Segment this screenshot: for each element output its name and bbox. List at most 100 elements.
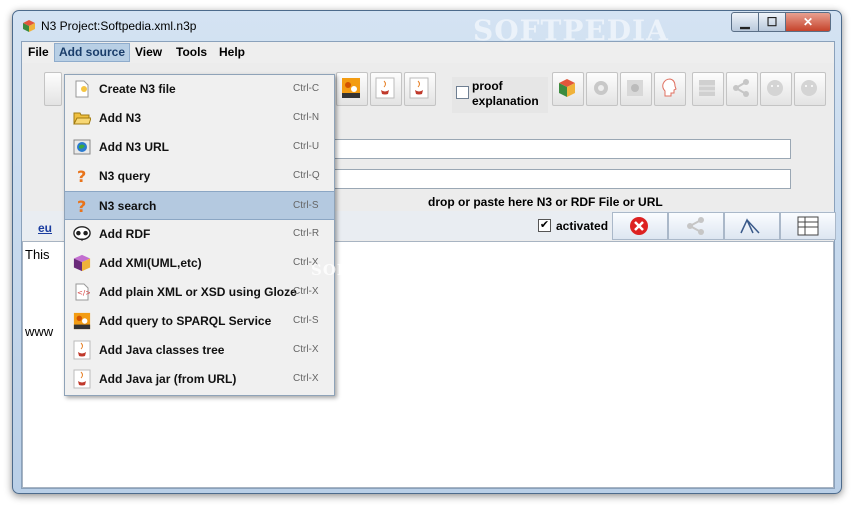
share-icon bbox=[733, 79, 749, 97]
menu-item-shortcut: Ctrl-U bbox=[293, 141, 320, 152]
title-bar[interactable]: N3 Project:Softpedia.xml.n3p SOFTPEDIA ▁… bbox=[13, 11, 841, 47]
menu-tools[interactable]: Tools bbox=[172, 44, 211, 61]
cube-button[interactable] bbox=[552, 72, 584, 106]
java-button[interactable] bbox=[370, 72, 402, 106]
toolbar-button-partial[interactable] bbox=[44, 72, 62, 106]
smiley-button-2[interactable] bbox=[794, 72, 826, 106]
close-button[interactable]: ✕ bbox=[785, 12, 831, 32]
smiley-icon bbox=[801, 80, 817, 96]
sparql-icon bbox=[73, 312, 91, 330]
window-title: N3 Project:Softpedia.xml.n3p bbox=[41, 19, 197, 33]
grid-button[interactable] bbox=[692, 72, 724, 106]
menu-item-add-java-jar[interactable]: Add Java jar (from URL) Ctrl-X bbox=[65, 365, 334, 393]
menu-item-shortcut: Ctrl-S bbox=[293, 200, 319, 211]
menu-add-source[interactable]: Add source bbox=[54, 43, 131, 62]
graph-button[interactable] bbox=[668, 212, 724, 240]
question-icon: ? bbox=[73, 167, 91, 185]
share-icon bbox=[687, 217, 704, 235]
minimize-button[interactable]: ▁ bbox=[731, 12, 759, 32]
menu-item-shortcut: Ctrl-C bbox=[293, 83, 320, 94]
menu-item-label: Add Java classes tree bbox=[99, 343, 225, 357]
sparql-button[interactable] bbox=[336, 72, 368, 106]
rdf-icon bbox=[73, 225, 91, 243]
grid-icon bbox=[699, 80, 715, 96]
menu-item-add-plain-xml[interactable]: </> Add plain XML or XSD using Gloze Ctr… bbox=[65, 278, 334, 306]
maximize-button[interactable]: ☐ bbox=[758, 12, 786, 32]
menu-item-shortcut: Ctrl-X bbox=[293, 373, 319, 384]
menu-item-label: Add query to SPARQL Service bbox=[99, 314, 272, 328]
menu-item-add-n3-url[interactable]: Add N3 URL Ctrl-U bbox=[65, 133, 334, 161]
menu-item-shortcut: Ctrl-N bbox=[293, 112, 320, 123]
menu-item-label: Add N3 URL bbox=[99, 140, 169, 154]
menu-item-label: Create N3 file bbox=[99, 82, 176, 96]
sparql-icon bbox=[342, 78, 360, 98]
chart-icon bbox=[740, 218, 760, 234]
menu-item-n3-search[interactable]: ? N3 search Ctrl-S bbox=[65, 191, 334, 220]
menu-item-add-java-classes-tree[interactable]: Add Java classes tree Ctrl-X bbox=[65, 336, 334, 364]
chart-button[interactable] bbox=[724, 212, 780, 240]
app-window: N3 Project:Softpedia.xml.n3p SOFTPEDIA ▁… bbox=[12, 10, 842, 494]
proof-label: proof explanation bbox=[472, 79, 539, 108]
menu-item-shortcut: Ctrl-X bbox=[293, 344, 319, 355]
xml-icon: </> bbox=[73, 283, 91, 301]
minimize-icon: ▁ bbox=[740, 15, 750, 29]
smiley-button[interactable] bbox=[760, 72, 792, 106]
cancel-icon bbox=[630, 217, 648, 235]
menu-item-label: Add RDF bbox=[99, 227, 151, 241]
settings-button[interactable] bbox=[586, 72, 618, 106]
menu-file[interactable]: File bbox=[24, 44, 53, 61]
menu-item-add-sparql-query[interactable]: Add query to SPARQL Service Ctrl-S bbox=[65, 307, 334, 335]
cube-icon bbox=[559, 79, 575, 97]
menu-view[interactable]: View bbox=[131, 44, 166, 61]
smiley-icon bbox=[767, 80, 783, 96]
svg-text:?: ? bbox=[77, 197, 86, 215]
table-button[interactable] bbox=[780, 212, 836, 240]
content-text-line: www bbox=[25, 324, 54, 339]
softpedia-watermark: SOFTPEDIA bbox=[311, 261, 421, 279]
network-button[interactable] bbox=[620, 72, 652, 106]
content-text-line: This bbox=[25, 247, 50, 262]
proof-explanation-option[interactable]: proof explanation bbox=[452, 77, 548, 113]
globe-icon bbox=[73, 138, 91, 156]
java-icon bbox=[73, 369, 91, 389]
menu-item-add-xmi[interactable]: Add XMI(UML,etc) Ctrl-X bbox=[65, 249, 334, 277]
menu-item-label: Add XMI(UML,etc) bbox=[99, 256, 202, 270]
svg-text:?: ? bbox=[77, 167, 86, 185]
java-icon bbox=[73, 340, 91, 360]
table-icon bbox=[797, 216, 819, 236]
menu-bar: File Add source View Tools Help bbox=[22, 42, 834, 63]
menu-item-add-n3[interactable]: Add N3 Ctrl-N bbox=[65, 104, 334, 132]
menu-item-label: Add Java jar (from URL) bbox=[99, 372, 237, 386]
menu-item-add-rdf[interactable]: Add RDF Ctrl-R bbox=[65, 220, 334, 248]
java-button-2[interactable] bbox=[404, 72, 436, 106]
maximize-icon: ☐ bbox=[766, 15, 778, 29]
app-logo-icon bbox=[23, 20, 35, 32]
java-icon bbox=[409, 77, 429, 99]
head-button[interactable] bbox=[654, 72, 686, 106]
menu-item-label: Add plain XML or XSD using Gloze bbox=[99, 285, 297, 299]
cancel-button[interactable] bbox=[612, 212, 668, 240]
status-link[interactable]: eu bbox=[38, 221, 52, 235]
close-icon: ✕ bbox=[802, 15, 814, 29]
menu-item-label: N3 query bbox=[99, 169, 151, 183]
menu-help[interactable]: Help bbox=[215, 44, 249, 61]
menu-item-create-n3-file[interactable]: Create N3 file Ctrl-C bbox=[65, 75, 334, 103]
svg-text:</>: </> bbox=[77, 289, 90, 297]
activated-label: activated bbox=[556, 219, 609, 233]
head-icon bbox=[662, 78, 677, 97]
activated-checkbox[interactable]: ✔ bbox=[538, 219, 551, 232]
open-folder-icon bbox=[73, 109, 91, 127]
add-source-menu: Create N3 file Ctrl-C Add N3 Ctrl-N Add … bbox=[64, 74, 419, 396]
network-icon bbox=[627, 80, 643, 96]
gear-icon bbox=[594, 81, 608, 95]
menu-item-shortcut: Ctrl-S bbox=[293, 315, 319, 326]
drop-hint: drop or paste here N3 or RDF File or URL bbox=[428, 195, 663, 209]
java-icon bbox=[375, 77, 395, 99]
menu-item-n3-query[interactable]: ? N3 query Ctrl-Q bbox=[65, 162, 334, 190]
question-icon: ? bbox=[73, 197, 91, 215]
menu-item-label: Add N3 bbox=[99, 111, 141, 125]
share-button[interactable] bbox=[726, 72, 758, 106]
menu-item-shortcut: Ctrl-X bbox=[293, 286, 319, 297]
proof-checkbox[interactable] bbox=[456, 86, 469, 99]
menu-item-shortcut: Ctrl-R bbox=[293, 228, 320, 239]
